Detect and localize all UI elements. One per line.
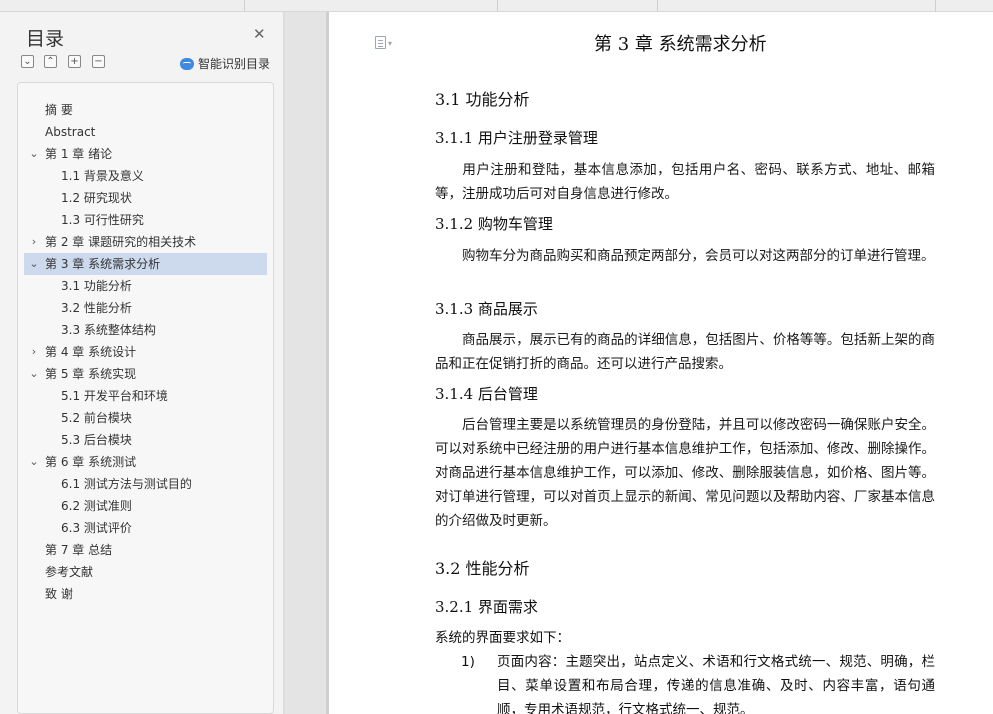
toc-item-label: 3.3 系统整体结构: [61, 323, 156, 337]
toc-item[interactable]: 1.3 可行性研究: [24, 209, 267, 231]
expand-icon[interactable]: +: [68, 55, 81, 68]
toc-item[interactable]: ⌄ 第 5 章 系统实现: [24, 363, 267, 385]
heading-3-1: 3.1 功能分析: [435, 90, 530, 109]
toc-item[interactable]: 5.2 前台模块: [24, 407, 267, 429]
chevron-down-icon[interactable]: ⌄: [27, 143, 41, 165]
toc-item[interactable]: 3.2 性能分析: [24, 297, 267, 319]
toc-item-label: 第 1 章 绪论: [45, 147, 113, 161]
toc-item-label: Abstract: [45, 125, 96, 139]
toc-item[interactable]: › 第 4 章 系统设计: [24, 341, 267, 363]
toc-item-label: 5.1 开发平台和环境: [61, 389, 168, 403]
ruler-tick: [657, 0, 658, 12]
toc-item[interactable]: 5.3 后台模块: [24, 429, 267, 451]
ruler-tick: [244, 0, 245, 12]
toc-item[interactable]: 3.3 系统整体结构: [24, 319, 267, 341]
toc-item[interactable]: 1.1 背景及意义: [24, 165, 267, 187]
toc-item[interactable]: 6.3 测试评价: [24, 517, 267, 539]
toc-item-label: 第 7 章 总结: [45, 543, 113, 557]
toc-item-label: 参考文献: [45, 565, 94, 579]
toc-item-label: 1.3 可行性研究: [61, 213, 144, 227]
toc-item-label: 第 2 章 课题研究的相关技术: [45, 235, 197, 249]
heading-3-1-4: 3.1.4 后台管理: [435, 385, 538, 403]
toc-item-label: 1.1 背景及意义: [61, 169, 144, 183]
collapse-icon[interactable]: −: [92, 55, 105, 68]
toc-item[interactable]: ⌄ 第 1 章 绪论: [24, 143, 267, 165]
toc-item-label: 第 6 章 系统测试: [45, 455, 137, 469]
chevron-right-icon[interactable]: ›: [27, 231, 41, 253]
sidebar-title: 目录: [26, 28, 65, 50]
ruler-tick: [497, 0, 498, 12]
chevron-down-icon[interactable]: ⌄: [27, 363, 41, 385]
toc-item-label: 第 4 章 系统设计: [45, 345, 137, 359]
toc-item[interactable]: 3.1 功能分析: [24, 275, 267, 297]
toc-item-label: 3.2 性能分析: [61, 301, 132, 315]
toc-item[interactable]: 摘 要: [24, 99, 267, 121]
toc-item-label: 1.2 研究现状: [61, 191, 132, 205]
chevron-down-icon[interactable]: ⌄: [27, 253, 41, 275]
toc-item-label: 6.2 测试准则: [61, 499, 132, 513]
toc-item-label: 6.3 测试评价: [61, 521, 132, 535]
toc-item-label: 致 谢: [45, 587, 73, 601]
toc-item[interactable]: 致 谢: [24, 583, 267, 605]
toc-item[interactable]: 5.1 开发平台和环境: [24, 385, 267, 407]
smart-toc-button[interactable]: 智能识别目录: [180, 55, 270, 71]
heading-3-2-1: 3.2.1 界面需求: [435, 598, 538, 616]
chapter-title: 第 3 章 系统需求分析: [594, 34, 767, 55]
chevron-right-icon[interactable]: ›: [27, 341, 41, 363]
list-number: 1): [461, 654, 475, 670]
toc-item[interactable]: Abstract: [24, 121, 267, 143]
ruler-tick: [935, 0, 936, 12]
paragraph-3-1-1: 用户注册和登陆，基本信息添加，包括用户名、密码、联系方式、地址、邮箱等，注册成功…: [435, 162, 935, 202]
toc-item[interactable]: 第 7 章 总结: [24, 539, 267, 561]
document-outline-icon[interactable]: ▾: [375, 36, 392, 50]
top-ruler: [0, 0, 993, 12]
document-page[interactable]: ▾ 第 3 章 系统需求分析 3.1 功能分析 3.1.1 用户注册登录管理 用…: [329, 12, 993, 714]
collapse-up-icon[interactable]: ⌃: [44, 55, 57, 68]
toc-item[interactable]: 参考文献: [24, 561, 267, 583]
toc-item-label: 6.1 测试方法与测试目的: [61, 477, 192, 491]
toc-item-label: 第 5 章 系统实现: [45, 367, 137, 381]
heading-3-2: 3.2 性能分析: [435, 559, 530, 578]
collapse-all-icon[interactable]: ⌄: [21, 55, 34, 68]
toc-item-label: 5.3 后台模块: [61, 433, 132, 447]
toc-item[interactable]: ⌄ 第 6 章 系统测试: [24, 451, 267, 473]
close-icon[interactable]: ✕: [253, 26, 266, 42]
toc-item-label: 摘 要: [45, 103, 73, 117]
heading-3-1-3: 3.1.3 商品展示: [435, 300, 538, 318]
ai-cloud-icon: [180, 58, 194, 70]
toc-item[interactable]: 6.1 测试方法与测试目的: [24, 473, 267, 495]
chevron-down-icon[interactable]: ⌄: [27, 451, 41, 473]
toc-item-label: 3.1 功能分析: [61, 279, 132, 293]
paragraph-3-1-2: 购物车分为商品购买和商品预定两部分，会员可以对这两部分的订单进行管理。: [462, 248, 935, 264]
document-gutter: [285, 12, 329, 714]
toc-item[interactable]: 6.2 测试准则: [24, 495, 267, 517]
heading-3-1-1: 3.1.1 用户注册登录管理: [435, 129, 598, 147]
paragraph-3-1-3: 商品展示，展示已有的商品的详细信息，包括图片、价格等等。包括新上架的商品和正在促…: [435, 332, 935, 372]
toc-item[interactable]: 1.2 研究现状: [24, 187, 267, 209]
toc-list: 摘 要 Abstract ⌄ 第 1 章 绪论 1.1 背景及意义 1.2 研究现状 1.3…: [17, 82, 274, 714]
toc-sidebar: 目录 ✕ ⌄ ⌃ + − 智能识别目录 摘 要 Abstract ⌄ 第 1 章 绪论…: [0, 12, 284, 714]
paragraph-3-1-4: 后台管理主要是以系统管理员的身份登陆，并且可以修改密码一确保账户安全。可以对系统…: [435, 417, 935, 529]
toc-item[interactable]: ⌄ 第 3 章 系统需求分析: [24, 253, 267, 275]
list-item-text: 页面内容：主题突出，站点定义、术语和行文格式统一、规范、明确，栏目、菜单设置和布…: [497, 654, 935, 714]
toc-item[interactable]: › 第 2 章 课题研究的相关技术: [24, 231, 267, 253]
paragraph-3-2-1: 系统的界面要求如下：: [435, 630, 570, 646]
smart-toc-label: 智能识别目录: [198, 57, 271, 71]
heading-3-1-2: 3.1.2 购物车管理: [435, 215, 553, 233]
toc-item-label: 5.2 前台模块: [61, 411, 132, 425]
toc-item-label: 第 3 章 系统需求分析: [45, 257, 161, 271]
